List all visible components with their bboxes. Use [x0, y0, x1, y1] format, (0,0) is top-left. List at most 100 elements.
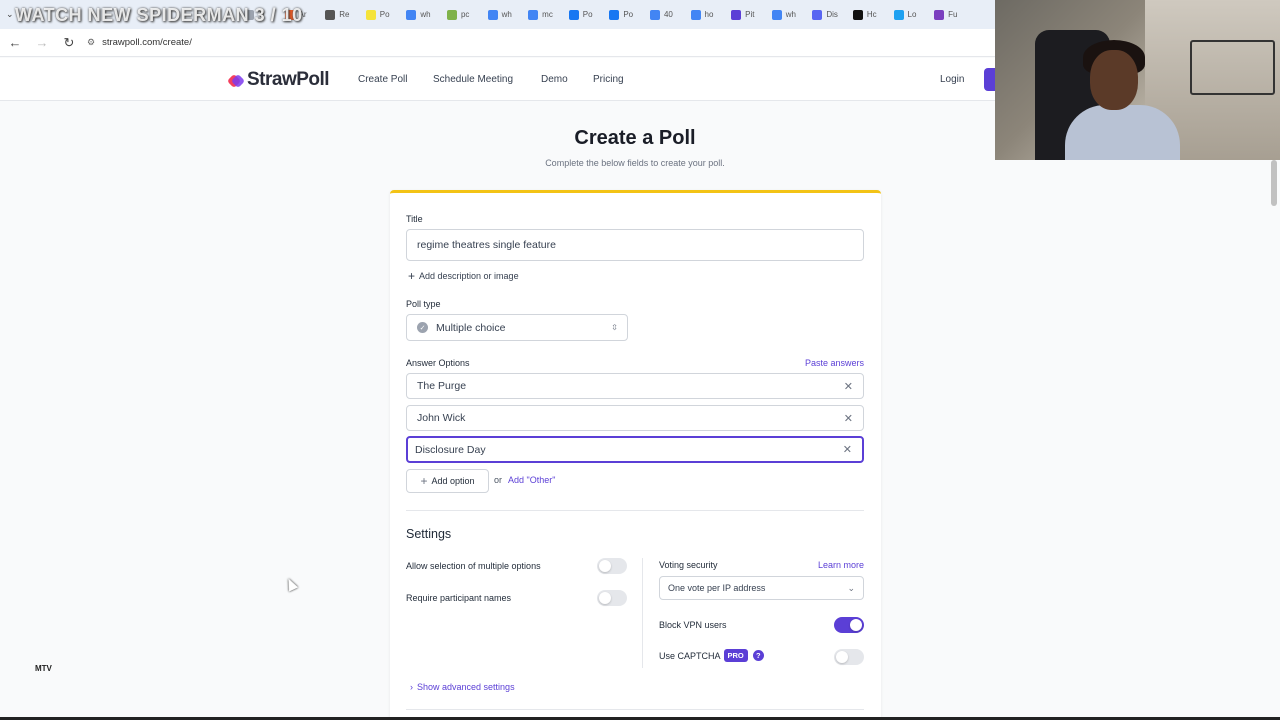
answer-option-text: Disclosure Day [415, 443, 486, 456]
use-captcha-label: Use CAPTCHA [659, 650, 721, 661]
nav-demo[interactable]: Demo [541, 74, 568, 85]
require-names-toggle[interactable] [597, 590, 627, 606]
voting-security-select[interactable]: One vote per IP address ⌄ [659, 576, 864, 600]
plus-icon: + [420, 474, 428, 488]
title-input[interactable]: regime theatres single feature [406, 229, 864, 261]
tab-favicon-icon [406, 9, 417, 20]
or-text: or [494, 475, 503, 485]
strawpoll-logo[interactable]: StrawPoll [226, 69, 330, 91]
page-scrollbar[interactable] [1271, 160, 1277, 206]
add-option-button[interactable]: + Add option [406, 469, 489, 493]
webcam-overlay [995, 0, 1280, 160]
browser-tab[interactable]: Re [325, 9, 366, 20]
pro-badge: PRO [723, 649, 748, 662]
show-advanced-label: Show advanced settings [417, 682, 515, 692]
browser-tab[interactable]: ho [690, 9, 732, 20]
tab-label: ho [704, 10, 714, 19]
answer-option-text: John Wick [417, 412, 466, 424]
tab-favicon-icon [893, 9, 904, 20]
tab-label: Ar [298, 10, 307, 19]
allow-multiple-label: Allow selection of multiple options [406, 561, 541, 571]
tab-favicon-icon [690, 9, 701, 20]
tab-favicon-icon [244, 9, 254, 20]
strawpoll-logo-icon [226, 73, 246, 88]
tab-favicon-icon [284, 9, 295, 20]
tab-label: Po [582, 10, 593, 19]
settings-column-divider [642, 558, 643, 668]
learn-more-link[interactable]: Learn more [818, 560, 864, 570]
tab-favicon-icon [365, 9, 376, 20]
tab-label: Po [623, 10, 634, 19]
browser-tab[interactable]: Ar [284, 9, 326, 20]
updown-chevron-icon: ⇳ [611, 323, 618, 332]
create-poll-card: Title regime theatres single feature + A… [390, 190, 881, 720]
browser-tab[interactable]: Po [568, 9, 610, 20]
browser-tab[interactable]: Lo [893, 9, 935, 20]
nav-schedule-meeting[interactable]: Schedule Meeting [433, 74, 513, 85]
tab-label: mc [542, 10, 553, 19]
tab-favicon-icon [934, 9, 945, 20]
help-icon[interactable]: ? [752, 650, 764, 661]
tab-favicon-icon [649, 9, 660, 20]
answer-options-label: Answer Options [406, 358, 470, 368]
browser-tab[interactable]: wh [771, 9, 813, 20]
browser-tab[interactable]: Po [365, 9, 407, 20]
remove-option-icon[interactable]: ✕ [844, 412, 853, 425]
paste-answers-link[interactable]: Paste answers [805, 358, 864, 368]
chevron-right-icon: › [410, 682, 413, 692]
nav-pricing[interactable]: Pricing [593, 74, 624, 85]
tab-list-chevron-icon[interactable]: ⌄ [6, 9, 18, 20]
tab-label: Dis [826, 10, 838, 19]
login-link[interactable]: Login [940, 74, 964, 85]
browser-tab[interactable]: wh [406, 9, 447, 20]
url-field[interactable]: ⚙ strawpoll.com/create/ [87, 32, 192, 54]
tab-label: Hc [866, 10, 877, 19]
poll-type-label: Poll type [406, 299, 441, 309]
block-vpn-toggle[interactable] [834, 617, 864, 633]
reload-icon[interactable]: ↻ [57, 31, 81, 55]
tab-favicon-icon [487, 9, 498, 20]
tab-list: Ti Ar Re Po wh pc wh mc Po Po 40 ho Pit wh Dis Hc Lo Fu [244, 9, 975, 20]
tab-label: Re [339, 10, 350, 19]
browser-tab[interactable]: wh [487, 9, 529, 20]
use-captcha-toggle[interactable] [834, 649, 864, 665]
allow-multiple-toggle[interactable] [597, 558, 627, 574]
remove-option-icon[interactable]: ✕ [843, 443, 852, 456]
settings-title: Settings [406, 527, 452, 541]
browser-tab[interactable]: Pit [731, 9, 772, 20]
site-info-icon[interactable]: ⚙ [87, 37, 95, 48]
browser-tab[interactable]: Dis [812, 9, 853, 20]
nav-create-poll[interactable]: Create Poll [358, 74, 407, 85]
browser-tab[interactable]: mc [528, 9, 569, 20]
section-divider [406, 510, 864, 511]
browser-tab[interactable]: Po [609, 9, 650, 20]
back-arrow-icon[interactable]: ← [3, 31, 27, 55]
poll-type-select[interactable]: ✓ Multiple choice ⇳ [406, 314, 628, 341]
tab-favicon-icon [528, 9, 539, 20]
answer-option-input[interactable]: John Wick ✕ [406, 405, 864, 431]
add-other-link[interactable]: Add "Other" [508, 475, 555, 485]
answer-option-input[interactable]: Disclosure Day ✕ [406, 436, 864, 463]
url-text: strawpoll.com/create/ [102, 37, 192, 48]
title-label: Title [406, 214, 423, 224]
block-vpn-label: Block VPN users [659, 620, 727, 630]
browser-tab[interactable]: 40 [649, 9, 691, 20]
forward-arrow-icon[interactable]: → [30, 31, 54, 55]
answer-option-text: The Purge [417, 380, 467, 392]
answer-option-input[interactable]: The Purge ✕ [406, 373, 864, 399]
browser-tab[interactable]: Fu [934, 9, 975, 20]
add-description-label: Add description or image [419, 271, 519, 281]
tab-label: Po [379, 10, 390, 19]
add-description-button[interactable]: + Add description or image [408, 269, 519, 283]
tab-label: pc [460, 10, 470, 19]
tab-favicon-icon [446, 9, 457, 20]
browser-tab[interactable]: Ti [244, 9, 285, 20]
show-advanced-settings-button[interactable]: › Show advanced settings [410, 682, 515, 692]
remove-option-icon[interactable]: ✕ [844, 380, 853, 393]
browser-tab[interactable]: Hc [852, 9, 894, 20]
plus-icon: + [408, 269, 416, 283]
tab-label: Lo [907, 10, 917, 19]
require-names-label: Require participant names [406, 593, 512, 603]
browser-tab[interactable]: pc [446, 9, 488, 20]
tab-label: 40 [663, 10, 673, 19]
